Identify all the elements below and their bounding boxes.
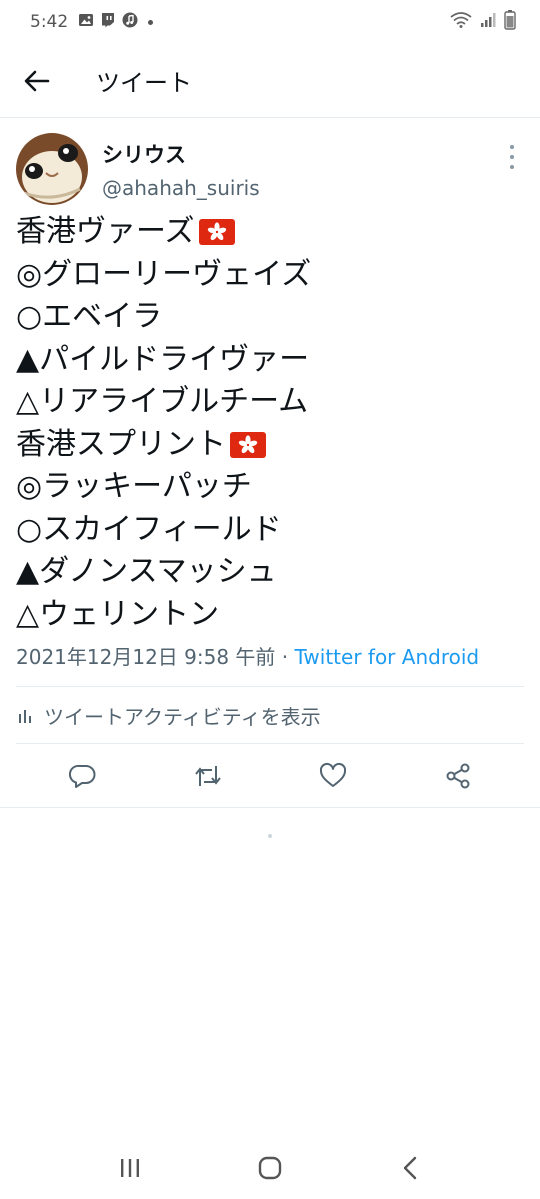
battery-icon (504, 9, 516, 35)
recent-apps-icon (121, 1159, 139, 1177)
display-name[interactable]: シリウス (102, 141, 260, 169)
tweet-actions (0, 744, 540, 808)
tweet-line-text: 香港スプリント (16, 426, 226, 462)
like-button[interactable] (311, 754, 355, 798)
more-vertical-icon (510, 145, 514, 149)
tweet-line: △リアライブルチーム (16, 381, 524, 424)
hong-kong-flag-icon (230, 431, 266, 458)
top-app-bar: ツイート (0, 44, 540, 118)
more-options-button[interactable] (502, 145, 522, 169)
author-names: シリウス @ahahah_suiris (102, 141, 260, 203)
view-tweet-activity-button[interactable]: ツイートアクティビティを表示 (0, 687, 540, 743)
system-navigation-bar (0, 1137, 540, 1199)
meta-separator: · (275, 645, 295, 669)
status-time: 5:42 (30, 12, 69, 32)
status-bar: 5:42 (0, 0, 540, 44)
tweet-line: ◎グローリーヴェイズ (16, 254, 524, 297)
twitch-icon (100, 12, 116, 33)
reply-icon (68, 764, 95, 788)
tweet-line-text: △リアライブルチーム (16, 384, 309, 419)
signal-icon (480, 12, 496, 33)
back-button[interactable] (0, 44, 74, 118)
tweet-source-link[interactable]: Twitter for Android (295, 645, 480, 669)
tweet-line-text: △ウェリントン (16, 596, 220, 632)
tweet-line-text: ◎ラッキーパッチ (16, 469, 252, 504)
share-button[interactable] (436, 754, 480, 798)
more-dot (510, 155, 514, 159)
page-title: ツイート (96, 69, 192, 97)
avatar[interactable] (16, 133, 88, 205)
notification-dot-icon (148, 19, 154, 25)
music-icon (122, 12, 138, 33)
home-button[interactable] (240, 1143, 300, 1193)
activity-label: ツイートアクティビティを表示 (44, 704, 321, 729)
tweet-text: 香港ヴァーズ ◎グローリーヴェイズ ○エベイラ ▲パイルドライヴァー △リアライブルチー… (0, 211, 540, 636)
tweet-line: 香港ヴァーズ (16, 211, 524, 254)
tweet-line: ◎ラッキーパッチ (16, 466, 524, 509)
tweet-line-text: ○エベイラ (16, 299, 163, 334)
tweet-line: ○スカイフィールド (16, 509, 524, 552)
retweet-icon (194, 765, 221, 786)
wifi-icon (450, 11, 472, 33)
tweet-line: 香港スプリント (16, 424, 524, 467)
tweet-line-text: ◎グローリーヴェイズ (16, 256, 312, 292)
tweet-timestamp[interactable]: 2021年12月12日 9:58 午前 (16, 645, 275, 669)
more-dot (510, 165, 514, 169)
back-icon (403, 1156, 417, 1180)
tweet-detail: シリウス @ahahah_suiris 香港ヴァーズ ◎グローリーヴェイズ ○エベイ… (0, 119, 540, 808)
like-icon (319, 762, 346, 787)
gallery-icon (78, 12, 94, 33)
tweet-line: ▲パイルドライヴァー (16, 339, 524, 382)
tweet-author-row: シリウス @ahahah_suiris (0, 119, 540, 211)
retweet-button[interactable] (186, 754, 230, 798)
share-icon (446, 763, 469, 788)
tweet-line-text: ▲ダノンスマッシュ (16, 554, 277, 589)
user-handle[interactable]: @ahahah_suiris (102, 173, 260, 203)
tweet-line-text: ○スカイフィールド (16, 511, 282, 547)
tweet-line: ○エベイラ (16, 296, 524, 339)
tweet-line-text: ▲パイルドライヴァー (16, 341, 310, 377)
hong-kong-flag-icon (198, 219, 235, 246)
bar-chart-icon (19, 710, 31, 723)
loading-indicator (268, 834, 272, 838)
tweet-meta: 2021年12月12日 9:58 午前 · Twitter for Androi… (0, 642, 540, 672)
reply-button[interactable] (61, 754, 105, 798)
arrow-left-icon (24, 70, 50, 91)
tweet-line-text: 香港ヴァーズ (16, 214, 195, 249)
recent-apps-button[interactable] (100, 1143, 160, 1193)
system-back-button[interactable] (380, 1143, 440, 1193)
home-icon (258, 1156, 282, 1180)
tweet-line: △ウェリントン (16, 594, 524, 637)
tweet-line: ▲ダノンスマッシュ (16, 551, 524, 594)
